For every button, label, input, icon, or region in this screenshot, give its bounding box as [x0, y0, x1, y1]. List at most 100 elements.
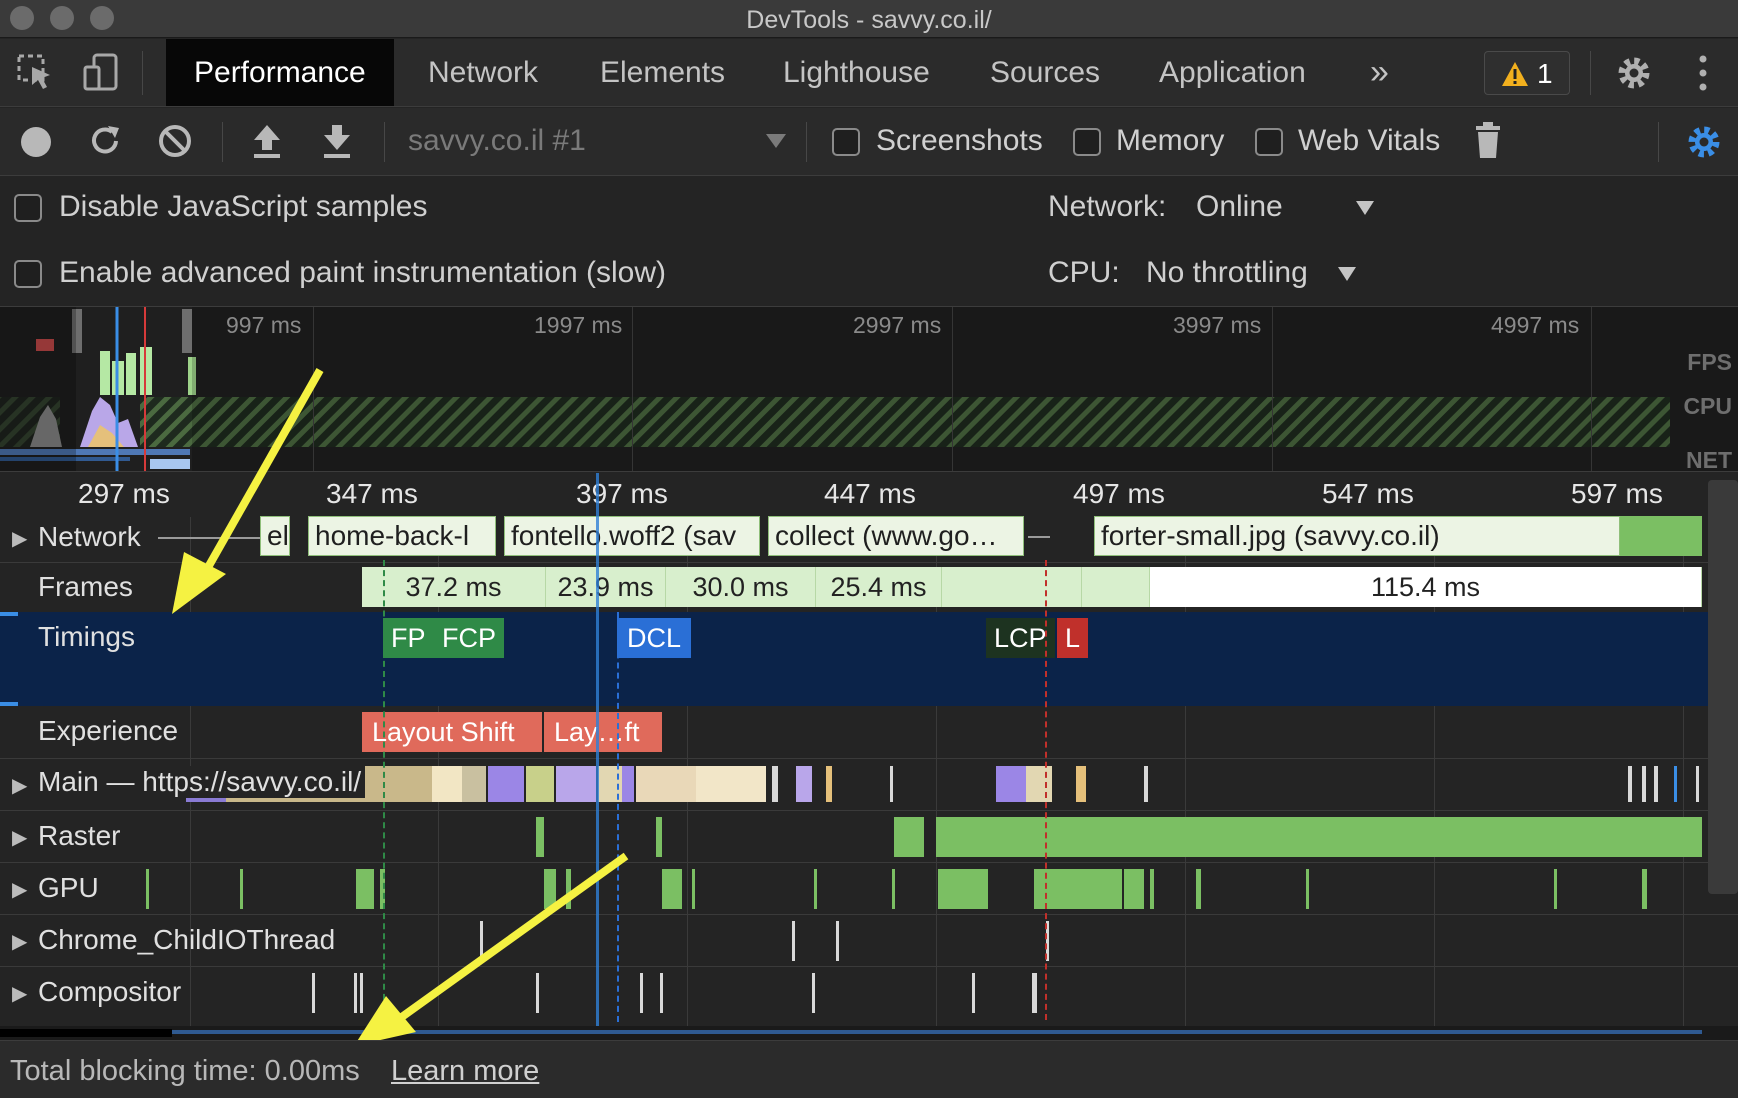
network-throttle-select[interactable]: Online — [1196, 190, 1283, 224]
tab-sources[interactable]: Sources — [962, 39, 1128, 106]
expand-arrow-icon[interactable]: ▶ — [12, 981, 27, 1006]
network-request[interactable]: forter-small.jpg (savvy.co.il) — [1094, 516, 1620, 556]
total-blocking-time: Total blocking time: 0.00ms — [10, 1055, 360, 1087]
disable-js-samples-label: Disable JavaScript samples — [59, 190, 428, 223]
network-throttle-label: Network: — [1048, 190, 1167, 223]
timeline-horizontal-scrollbar[interactable] — [0, 1026, 1738, 1040]
timing-load-marker[interactable]: L — [1057, 618, 1089, 658]
chevron-down-icon[interactable] — [766, 134, 786, 148]
frame[interactable]: 37.2 ms — [362, 567, 546, 607]
memory-checkbox[interactable] — [1073, 128, 1101, 156]
panel-tabs: Performance Network Elements Lighthouse … — [0, 39, 1738, 107]
expand-arrow-icon[interactable]: ▶ — [12, 929, 27, 954]
web-vitals-checkbox[interactable] — [1255, 128, 1283, 156]
ruler-tick: 447 ms — [824, 478, 916, 509]
fps-label: FPS — [1687, 349, 1732, 375]
ruler-tick: 297 ms — [78, 478, 170, 509]
timing-dcl-marker[interactable]: DCL — [617, 618, 692, 658]
cpu-throttle-select[interactable]: No throttling — [1146, 256, 1308, 290]
performance-toolbar: savvy.co.il #1 Screenshots Memory Web Vi… — [0, 108, 1738, 176]
more-tabs-button[interactable]: » — [1342, 39, 1417, 106]
frame-segment[interactable] — [942, 567, 1082, 607]
expand-arrow-icon[interactable]: ▶ — [12, 877, 27, 902]
layout-shift-event[interactable]: Layout Shift — [362, 712, 542, 752]
disable-js-samples-checkbox[interactable] — [14, 194, 42, 222]
compositor-track-label: Compositor — [38, 976, 182, 1007]
profile-select[interactable]: savvy.co.il #1 — [408, 124, 586, 158]
tab-network[interactable]: Network — [400, 39, 566, 106]
chevron-down-icon[interactable] — [1338, 267, 1356, 281]
title-bar: DevTools - savvy.co.il/ — [0, 0, 1738, 38]
main-thread-track-label: Main — https://savvy.co.il/ — [38, 766, 366, 798]
expand-arrow-icon[interactable]: ▶ — [12, 825, 27, 850]
overview-tick: 2997 ms — [853, 312, 942, 338]
gpu-track-label: GPU — [38, 872, 99, 903]
advanced-paint-label: Enable advanced paint instrumentation (s… — [59, 256, 667, 289]
tab-application[interactable]: Application — [1131, 39, 1334, 106]
chevron-down-icon[interactable] — [1356, 201, 1374, 215]
web-vitals-label: Web Vitals — [1298, 124, 1441, 157]
kebab-menu-icon[interactable] — [1696, 53, 1710, 93]
frame[interactable]: 115.4 ms — [1150, 567, 1702, 607]
compositor-track[interactable]: ▶ Compositor — [0, 966, 1738, 1018]
timing-fcp-marker[interactable]: FCP — [434, 618, 504, 658]
raster-track[interactable]: ▶ Raster — [0, 810, 1738, 862]
load-profile-icon[interactable] — [250, 122, 284, 160]
timing-fp-marker[interactable]: FP — [383, 618, 434, 658]
overview-tick: 3997 ms — [1173, 312, 1262, 338]
frame[interactable]: 30.0 ms — [666, 567, 816, 607]
experience-track[interactable]: Experience — [0, 706, 1738, 758]
capture-settings-gear-icon[interactable] — [1684, 122, 1724, 162]
frame[interactable]: 25.4 ms — [816, 567, 942, 607]
trash-icon[interactable] — [1474, 122, 1502, 160]
overview-tick: 4997 ms — [1491, 312, 1580, 338]
learn-more-link[interactable]: Learn more — [391, 1055, 539, 1088]
network-request[interactable]: el — [260, 516, 290, 556]
layout-shift-event[interactable]: Lay…ft — [544, 712, 662, 752]
warning-icon — [1502, 62, 1528, 86]
clear-icon[interactable] — [156, 122, 194, 160]
ruler-tick: 547 ms — [1322, 478, 1414, 509]
save-profile-icon[interactable] — [320, 122, 354, 160]
tab-elements[interactable]: Elements — [572, 39, 753, 106]
raster-track-label: Raster — [38, 820, 121, 851]
network-track-label: Network — [38, 521, 141, 552]
frame-segment[interactable] — [1082, 567, 1150, 607]
tab-performance[interactable]: Performance — [166, 39, 394, 106]
screenshots-checkbox[interactable] — [832, 128, 860, 156]
warnings-badge[interactable]: 1 — [1484, 51, 1570, 95]
experience-track-label: Experience — [38, 715, 179, 746]
overview-tick: 997 ms — [226, 312, 302, 338]
fp-marker-line — [383, 560, 385, 1020]
dcl-marker-line — [596, 473, 599, 1037]
frame[interactable]: 23.9 ms — [546, 567, 666, 607]
record-icon[interactable] — [18, 124, 54, 160]
reload-record-icon[interactable] — [86, 122, 124, 160]
timings-track[interactable]: Timings — [0, 612, 1738, 706]
device-toolbar-icon[interactable] — [82, 53, 122, 93]
childio-thread-track-label: Chrome_ChildIOThread — [38, 924, 336, 955]
ruler-tick: 497 ms — [1073, 478, 1165, 509]
window-title: DevTools - savvy.co.il/ — [746, 6, 992, 34]
tab-lighthouse[interactable]: Lighthouse — [755, 39, 958, 106]
time-ruler: 297 ms 347 ms 397 ms 447 ms 497 ms 547 m… — [0, 473, 1738, 517]
ruler-tick: 347 ms — [326, 478, 418, 509]
network-request[interactable]: fontello.woff2 (sav — [504, 516, 760, 556]
network-request[interactable]: collect (www.go… — [768, 516, 1024, 556]
network-request[interactable]: home-back-l — [308, 516, 496, 556]
ruler-tick: 397 ms — [576, 478, 668, 509]
ruler-tick: 597 ms — [1571, 478, 1663, 509]
frames-track-label: Frames — [38, 571, 133, 602]
memory-label: Memory — [1116, 124, 1225, 157]
settings-gear-icon[interactable] — [1614, 53, 1654, 93]
gpu-track[interactable]: ▶ GPU — [0, 862, 1738, 914]
overview-tick: 1997 ms — [534, 312, 623, 338]
expand-arrow-icon[interactable]: ▶ — [12, 526, 27, 551]
timings-track-label: Timings — [38, 621, 135, 652]
advanced-paint-checkbox[interactable] — [14, 260, 42, 288]
inspect-element-icon[interactable] — [16, 53, 56, 93]
screenshots-label: Screenshots — [876, 124, 1043, 157]
childio-thread-track[interactable]: ▶ Chrome_ChildIOThread — [0, 914, 1738, 966]
timeline-vertical-scrollbar[interactable] — [1708, 480, 1738, 894]
timeline-overview[interactable]: 997 ms 1997 ms 2997 ms 3997 ms 4997 ms F… — [0, 307, 1738, 472]
